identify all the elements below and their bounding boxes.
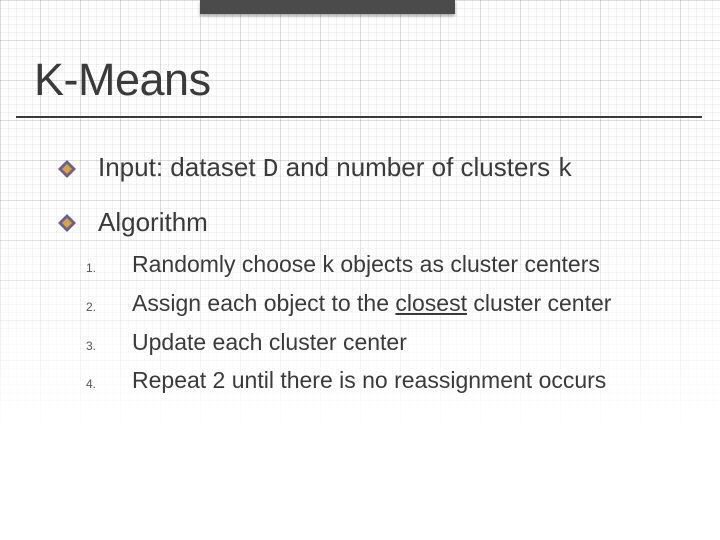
step-4: 4. Repeat 2 until there is no reassignme… xyxy=(86,366,692,395)
step-number: 2. xyxy=(86,300,132,314)
bullet-text: Algorithm xyxy=(98,207,208,238)
diamond-bullet-icon xyxy=(58,160,76,178)
step-number: 1. xyxy=(86,261,132,275)
bullet-text: Input: dataset D and number of clusters … xyxy=(98,152,573,185)
step-2: 2. Assign each object to the closest clu… xyxy=(86,289,692,318)
text: and number of clusters xyxy=(278,152,557,182)
code-D: D xyxy=(263,154,279,184)
underlined-text: closest xyxy=(395,290,467,316)
bullet-item-input: Input: dataset D and number of clusters … xyxy=(58,152,692,185)
algorithm-steps: 1. Randomly choose k objects as cluster … xyxy=(86,250,692,405)
step-text: Repeat 2 until there is no reassignment … xyxy=(132,366,606,395)
step-number: 3. xyxy=(86,339,132,353)
bullet-list: Input: dataset D and number of clusters … xyxy=(58,152,692,260)
step-1: 1. Randomly choose k objects as cluster … xyxy=(86,250,692,279)
text: cluster center xyxy=(467,290,611,316)
step-3: 3. Update each cluster center xyxy=(86,328,692,357)
step-text: Randomly choose k objects as cluster cen… xyxy=(132,250,600,279)
title-divider xyxy=(16,116,702,118)
page-title: K-Means xyxy=(34,54,211,106)
bullet-item-algorithm: Algorithm xyxy=(58,207,692,238)
diamond-bullet-icon xyxy=(58,214,76,232)
text: Assign each object to the xyxy=(132,290,395,316)
step-text: Update each cluster center xyxy=(132,328,407,357)
code-k: k xyxy=(557,154,573,184)
step-number: 4. xyxy=(86,377,132,391)
slide-content: K-Means Input: dataset D and number of c… xyxy=(0,0,720,540)
step-text: Assign each object to the closest cluste… xyxy=(132,289,611,318)
text: Input: dataset xyxy=(98,152,263,182)
